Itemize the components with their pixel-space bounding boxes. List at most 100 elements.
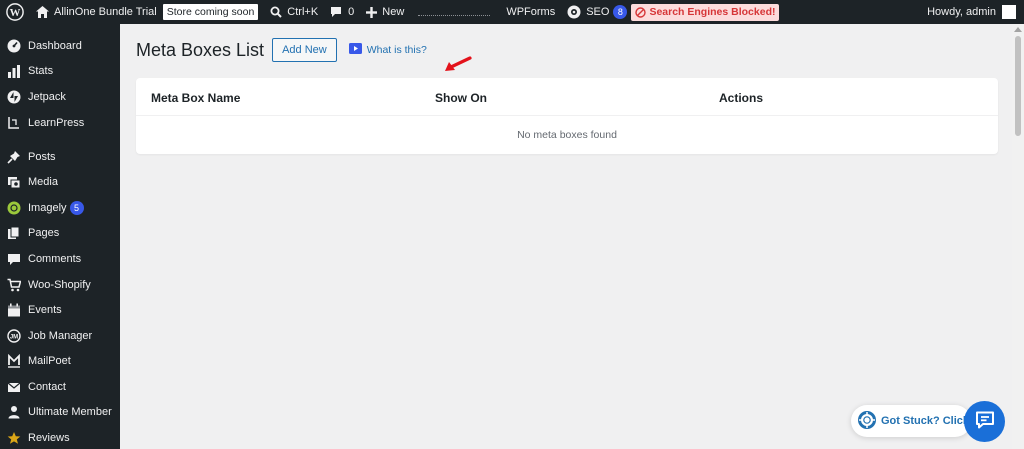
comment-bubble-icon — [330, 6, 342, 18]
home-icon — [36, 6, 49, 18]
comments-icon — [6, 251, 22, 267]
site-name: AllinOne Bundle Trial — [54, 6, 157, 18]
sidebar-item-reviews[interactable]: Reviews — [0, 426, 120, 449]
blocked-label: Search Engines Blocked! — [649, 6, 776, 18]
sidebar-item-job-manager[interactable]: JM Job Manager — [0, 324, 120, 348]
scrollbar-thumb[interactable] — [1015, 36, 1021, 136]
new-content-menu[interactable]: New — [360, 0, 410, 24]
sidebar-item-events[interactable]: Events — [0, 298, 120, 322]
sidebar-item-label: MailPoet — [28, 355, 71, 367]
what-is-this-link[interactable]: What is this? — [348, 43, 427, 57]
chat-icon — [975, 411, 995, 432]
adminbar-placeholder-field[interactable] — [418, 8, 491, 16]
sidebar-item-pages[interactable]: Pages — [0, 221, 120, 245]
table-header: Meta Box Name Show On Actions — [136, 78, 998, 116]
sidebar-item-mailpoet[interactable]: MailPoet — [0, 349, 120, 373]
sidebar-item-media[interactable]: Media — [0, 170, 120, 194]
stats-icon — [6, 63, 22, 79]
admin-bar: W AllinOne Bundle Trial Store coming soo… — [0, 0, 1024, 24]
seo-menu[interactable]: SEO 8 Search Engines Blocked! — [561, 0, 785, 24]
sidebar-item-label: Posts — [28, 151, 56, 163]
cart-icon — [6, 277, 22, 293]
sidebar-item-label: Woo-Shopify — [28, 279, 91, 291]
sidebar-item-woo-shopify[interactable]: Woo-Shopify — [0, 273, 120, 297]
sidebar-item-label: LearnPress — [28, 117, 85, 129]
page-title: Meta Boxes List — [136, 39, 265, 60]
sidebar-item-posts[interactable]: Posts — [0, 145, 120, 169]
wpforms-label: WPForms — [506, 6, 556, 18]
seo-label: SEO — [586, 6, 610, 18]
sidebar-item-label: Contact — [28, 381, 66, 393]
star-icon — [6, 430, 22, 446]
job-manager-icon: JM — [6, 328, 22, 344]
chat-button[interactable] — [964, 401, 1005, 442]
user-icon — [6, 404, 22, 420]
sidebar-item-dashboard[interactable]: Dashboard — [0, 34, 120, 58]
search-shortcut: Ctrl+K — [287, 6, 319, 18]
blocked-icon — [635, 6, 647, 18]
sidebar-item-contact[interactable]: Contact — [0, 375, 120, 399]
scroll-up-arrow-icon[interactable] — [1014, 27, 1022, 32]
page-header: Meta Boxes List Add New What is this? — [136, 38, 427, 62]
imagely-count-badge: 5 — [69, 201, 84, 215]
got-stuck-help-pill[interactable]: Got Stuck? Click — [851, 405, 971, 437]
lifebuoy-icon — [858, 410, 876, 432]
sidebar-item-label: Jetpack — [28, 91, 66, 103]
svg-text:JM: JM — [10, 334, 18, 340]
column-header-meta-box-name[interactable]: Meta Box Name — [151, 91, 240, 105]
sidebar-item-label: Media — [28, 176, 58, 188]
wpforms-menu[interactable]: WPForms — [500, 0, 561, 24]
sidebar-item-label: Imagely — [28, 202, 67, 214]
site-name-link[interactable]: AllinOne Bundle Trial Store coming soon — [30, 0, 264, 24]
sidebar-item-label: Stats — [28, 65, 54, 77]
media-icon — [6, 174, 22, 190]
new-label: New — [382, 6, 405, 18]
sidebar-item-comments[interactable]: Comments — [0, 247, 120, 271]
greeting: Howdy, admin — [927, 6, 996, 18]
search-icon — [270, 6, 283, 18]
mail-icon — [6, 379, 22, 395]
got-stuck-label: Got Stuck? Click — [881, 415, 970, 427]
sidebar-item-jetpack[interactable]: Jetpack — [0, 85, 120, 109]
imagely-icon — [6, 200, 22, 216]
sidebar-item-label: Reviews — [28, 432, 70, 444]
avatar — [1002, 5, 1016, 19]
sidebar-item-learnpress[interactable]: LearnPress — [0, 111, 120, 135]
command-palette-button[interactable]: Ctrl+K — [264, 0, 324, 24]
main-content: Meta Boxes List Add New What is this? Me… — [120, 24, 1012, 449]
empty-table-message: No meta boxes found — [517, 129, 617, 141]
account-menu[interactable]: Howdy, admin — [927, 5, 1024, 19]
calendar-icon — [6, 302, 22, 318]
sidebar-item-label: Pages — [28, 227, 60, 239]
learnpress-icon — [6, 115, 22, 131]
add-new-button[interactable]: Add New — [272, 38, 337, 62]
plus-icon — [366, 6, 378, 18]
sidebar-item-label: Dashboard — [28, 40, 82, 52]
dashboard-icon — [6, 38, 22, 54]
jetpack-icon — [6, 89, 22, 105]
store-status-badge[interactable]: Store coming soon — [162, 4, 259, 20]
sidebar-item-label: Job Manager — [28, 330, 93, 342]
admin-sidebar: Dashboard Stats Jetpack LearnPress Posts… — [0, 24, 120, 449]
wordpress-logo-icon[interactable]: W — [0, 0, 30, 24]
pages-icon — [6, 225, 22, 241]
svg-text:W: W — [10, 7, 21, 19]
sidebar-item-stats[interactable]: Stats — [0, 59, 120, 83]
sidebar-item-ultimate-member[interactable]: Ultimate Member — [0, 400, 120, 424]
red-arrow-annotation-icon — [445, 56, 472, 71]
mailpoet-icon — [6, 353, 22, 369]
what-is-this-label: What is this? — [366, 44, 427, 56]
column-header-actions: Actions — [719, 91, 764, 105]
video-play-icon — [348, 43, 362, 57]
meta-boxes-table: Meta Box Name Show On Actions No meta bo… — [136, 78, 998, 154]
search-engines-blocked-notice[interactable]: Search Engines Blocked! — [631, 3, 780, 21]
sidebar-item-label: Ultimate Member — [28, 406, 112, 418]
sidebar-item-label: Comments — [28, 253, 82, 265]
column-header-show-on[interactable]: Show On — [435, 91, 487, 105]
pin-icon — [6, 149, 22, 165]
comments-count: 0 — [348, 6, 355, 18]
seo-count-badge: 8 — [613, 5, 628, 19]
comments-link[interactable]: 0 — [324, 0, 360, 24]
sidebar-item-imagely[interactable]: Imagely 5 — [0, 196, 120, 220]
page-scrollbar[interactable] — [1012, 24, 1024, 449]
